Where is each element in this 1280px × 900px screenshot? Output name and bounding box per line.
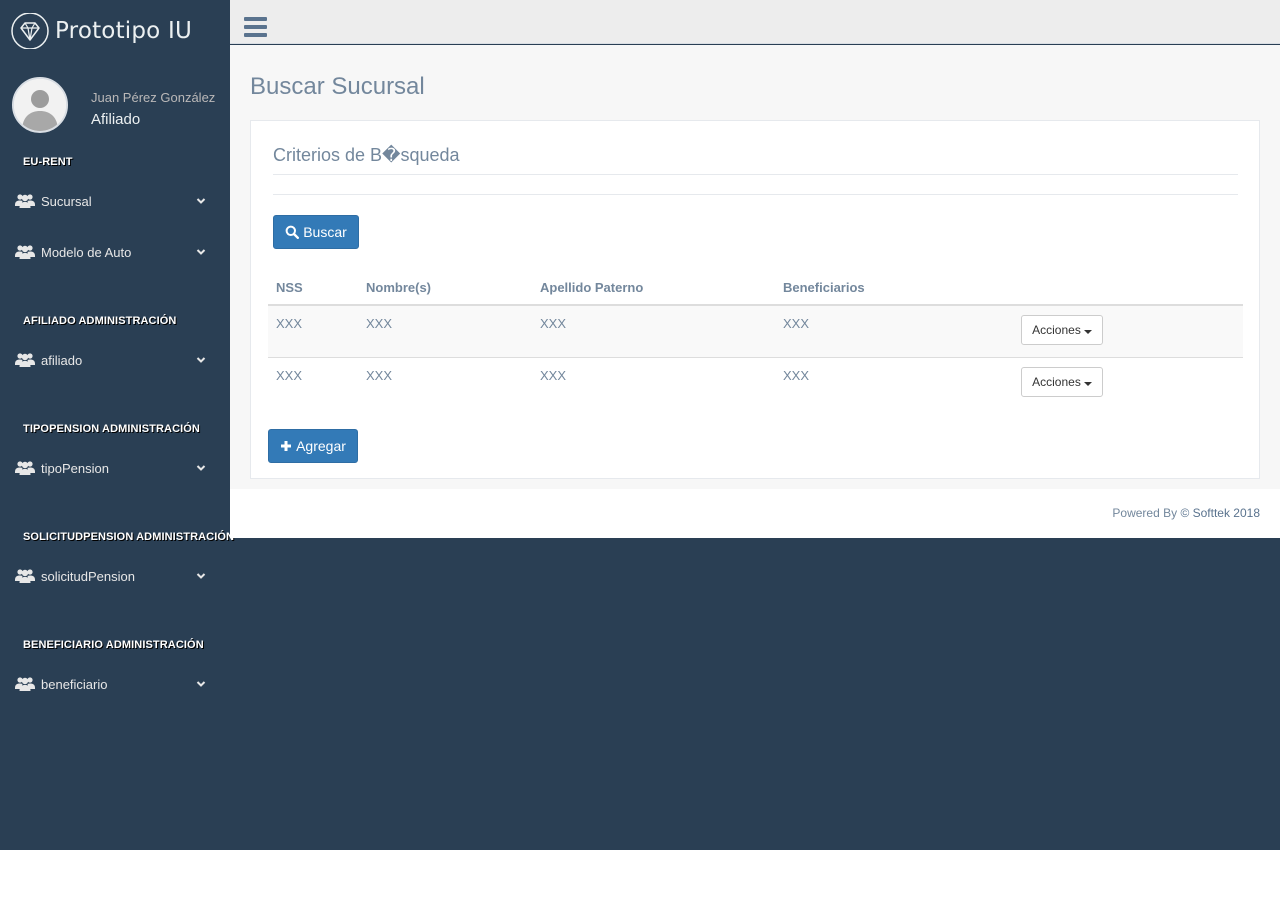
brand[interactable]: Prototipo IU <box>10 13 192 49</box>
cell-nss: XXX <box>276 316 303 331</box>
sidebar-item-label: Sucursal <box>41 193 92 209</box>
search-icon <box>285 225 300 239</box>
plus-icon <box>280 440 292 452</box>
sidebar-item-label: tipoPension <box>41 460 109 476</box>
table-row: XXX XXX XXX XXX Acciones <box>268 358 1243 410</box>
divider <box>273 194 1238 195</box>
search-panel: Criterios de B�squeda Buscar NSS Nombre(… <box>250 120 1260 479</box>
actions-dropdown-button[interactable]: Acciones <box>1021 315 1103 345</box>
add-button-label: Agregar <box>296 438 346 454</box>
avatar <box>12 77 68 133</box>
section-title-solicitudpension: SOLICITUDPENSION ADMINISTRACIÓN <box>23 531 235 543</box>
table-header: NSS Nombre(s) Apellido Paterno Beneficia… <box>268 272 1243 306</box>
search-button[interactable]: Buscar <box>273 215 359 249</box>
sidebar-item-label: afiliado <box>41 352 83 368</box>
cell-apellido-paterno: XXX <box>540 368 567 383</box>
app-shell: Prototipo IU Juan Pérez González Afiliad… <box>0 0 1280 850</box>
profile-name: Juan Pérez González <box>91 90 216 105</box>
users-icon <box>15 244 35 260</box>
divider <box>273 174 1238 175</box>
user-profile: Juan Pérez González Afiliado <box>12 77 222 133</box>
sidebar-item-sucursal[interactable]: Sucursal <box>0 183 230 219</box>
users-icon <box>15 568 35 584</box>
column-header-apellido-paterno: Apellido Paterno <box>540 280 644 295</box>
cell-apellido-paterno: XXX <box>540 316 567 331</box>
caret-down-icon <box>1083 382 1092 386</box>
chevron-down-icon <box>195 569 207 581</box>
sidebar-item-label: beneficiario <box>41 676 108 692</box>
actions-button-label: Acciones <box>1032 375 1081 389</box>
section-title-tipopension: TIPOPENSION ADMINISTRACIÓN <box>23 423 200 435</box>
top-navbar <box>230 0 1280 44</box>
footer-text: Powered By © Softtek 2018 <box>1112 506 1260 520</box>
diamond-icon <box>10 13 50 49</box>
sidebar-item-tipopension[interactable]: tipoPension <box>0 450 230 486</box>
brand-title: Prototipo IU <box>55 18 192 44</box>
footer-brand-link[interactable]: © Softtek 2018 <box>1180 506 1260 520</box>
chevron-down-icon <box>195 194 207 206</box>
search-button-label: Buscar <box>303 224 347 240</box>
section-title-eu-rent: EU-RENT <box>23 156 73 168</box>
footer-prefix: Powered By <box>1112 506 1178 520</box>
section-title-afiliado: AFILIADO ADMINISTRACIÓN <box>23 315 177 327</box>
cell-nombres: XXX <box>366 316 393 331</box>
main-content: Buscar Sucursal Criterios de B�squeda Bu… <box>230 45 1280 489</box>
cell-nombres: XXX <box>366 368 393 383</box>
menu-toggle-icon[interactable] <box>244 17 268 37</box>
sidebar: Prototipo IU Juan Pérez González Afiliad… <box>0 0 234 850</box>
cell-beneficiarios: XXX <box>783 316 810 331</box>
users-icon <box>15 193 35 209</box>
results-table: NSS Nombre(s) Apellido Paterno Beneficia… <box>268 272 1243 410</box>
sidebar-item-modelo-de-auto[interactable]: Modelo de Auto <box>0 234 230 270</box>
caret-down-icon <box>1083 330 1092 334</box>
cell-beneficiarios: XXX <box>783 368 810 383</box>
column-header-nss: NSS <box>276 280 303 295</box>
sidebar-item-solicitudpension[interactable]: solicitudPension <box>0 558 230 594</box>
users-icon <box>15 352 35 368</box>
profile-role: Afiliado <box>91 111 141 128</box>
sidebar-item-beneficiario[interactable]: beneficiario <box>0 666 230 702</box>
sidebar-item-label: solicitudPension <box>41 568 135 584</box>
actions-button-label: Acciones <box>1032 323 1081 337</box>
actions-dropdown-button[interactable]: Acciones <box>1021 367 1103 397</box>
table-row: XXX XXX XXX XXX Acciones <box>268 306 1243 358</box>
sidebar-item-afiliado[interactable]: afiliado <box>0 342 230 378</box>
users-icon <box>15 676 35 692</box>
panel-title: Criterios de B�squeda <box>273 145 460 165</box>
chevron-down-icon <box>195 245 207 257</box>
chevron-down-icon <box>195 677 207 689</box>
section-title-beneficiario: BENEFICIARIO ADMINISTRACIÓN <box>23 639 204 651</box>
users-icon <box>15 460 35 476</box>
page-title: Buscar Sucursal <box>250 73 425 100</box>
column-header-beneficiarios: Beneficiarios <box>783 280 865 295</box>
chevron-down-icon <box>195 461 207 473</box>
chevron-down-icon <box>195 353 207 365</box>
add-button[interactable]: Agregar <box>268 429 358 463</box>
cell-nss: XXX <box>276 368 303 383</box>
footer: Powered By © Softtek 2018 <box>230 489 1280 538</box>
column-header-nombres: Nombre(s) <box>366 280 432 295</box>
sidebar-item-label: Modelo de Auto <box>41 244 132 260</box>
